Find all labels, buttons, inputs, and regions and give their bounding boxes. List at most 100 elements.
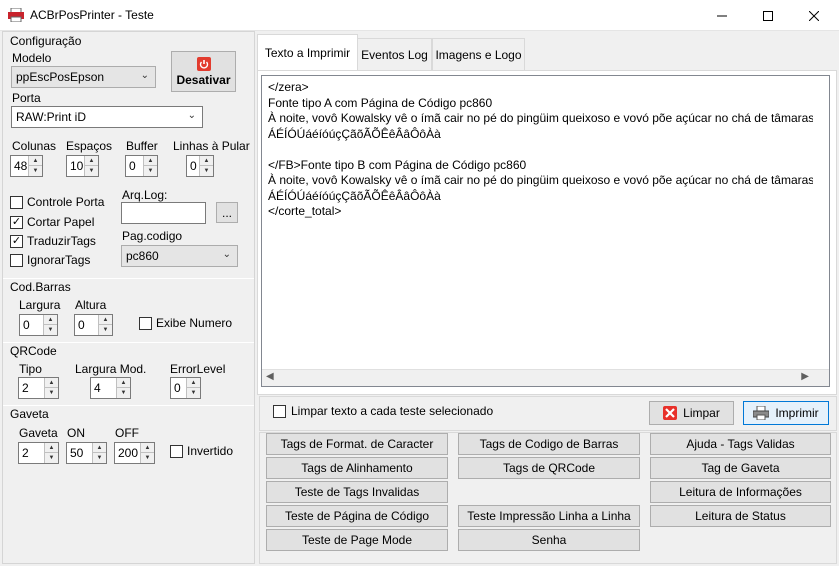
tab-imagens-logo[interactable]: Imagens e Logo <box>432 38 525 70</box>
maximize-button[interactable] <box>745 0 791 31</box>
teste-impressao-linha-button[interactable]: Teste Impressão Linha a Linha <box>458 505 640 527</box>
spin-updown[interactable]: ▲ ▼ <box>199 156 213 176</box>
leitura-informacoes-button[interactable]: Leitura de Informações <box>650 481 831 503</box>
tag-gaveta-button[interactable]: Tag de Gaveta <box>650 457 831 479</box>
arqlog-browse-button[interactable]: ... <box>216 202 238 223</box>
down-arrow-icon[interactable]: ▼ <box>187 388 200 398</box>
check-icon[interactable]: ✓ <box>10 215 23 229</box>
checkbox-box[interactable] <box>139 316 152 330</box>
gaveta-spinner[interactable]: 2 ▲ ▼ <box>18 442 59 464</box>
down-arrow-icon[interactable]: ▼ <box>85 166 98 176</box>
controle-porta-checkbox[interactable]: Controle Porta <box>10 195 104 209</box>
minimize-button[interactable] <box>699 0 745 31</box>
up-arrow-icon[interactable]: ▲ <box>141 443 154 453</box>
cortar-papel-checkbox[interactable]: ✓ Cortar Papel <box>10 215 94 229</box>
spin-updown[interactable]: ▲ ▼ <box>186 378 200 398</box>
down-arrow-icon[interactable]: ▼ <box>45 453 58 463</box>
tags-format-caracter-button[interactable]: Tags de Format. de Caracter <box>266 433 448 455</box>
down-arrow-icon[interactable]: ▼ <box>45 388 58 398</box>
down-arrow-icon[interactable]: ▼ <box>144 166 157 176</box>
tags-alinhamento-button[interactable]: Tags de Alinhamento <box>266 457 448 479</box>
exibe-numero-checkbox[interactable]: Exibe Numero <box>139 316 232 330</box>
text-to-print-memo[interactable]: </zera> Fonte tipo A com Página de Código… <box>261 75 830 387</box>
teste-page-mode-button[interactable]: Teste de Page Mode <box>266 529 448 551</box>
teste-pagina-codigo-button[interactable]: Teste de Página de Código <box>266 505 448 527</box>
desativar-label: Desativar <box>176 72 231 87</box>
checkbox-box[interactable] <box>170 444 183 458</box>
check-icon[interactable]: ✓ <box>10 234 23 248</box>
tags-codigo-barras-button[interactable]: Tags de Codigo de Barras <box>458 433 640 455</box>
down-arrow-icon[interactable]: ▼ <box>44 325 57 335</box>
invertido-label: Invertido <box>187 444 234 458</box>
ignorar-tags-checkbox[interactable]: IgnorarTags <box>10 253 90 267</box>
up-arrow-icon[interactable]: ▲ <box>200 156 213 166</box>
up-arrow-icon[interactable]: ▲ <box>117 378 130 388</box>
spin-updown[interactable]: ▲ ▼ <box>44 443 58 463</box>
scroll-right-icon[interactable]: ▶ <box>801 371 809 382</box>
limpar-button[interactable]: Limpar <box>649 401 734 425</box>
senha-button[interactable]: Senha <box>458 529 640 551</box>
colunas-label: Colunas <box>12 139 57 153</box>
limpar-texto-checkbox[interactable]: Limpar texto a cada teste selecionado <box>273 404 493 418</box>
checkbox-box[interactable] <box>273 404 286 418</box>
pagcodigo-select[interactable]: pc860 ⌄ <box>121 245 238 267</box>
spin-updown[interactable]: ▲ ▼ <box>43 315 57 335</box>
teste-tags-invalidas-button[interactable]: Teste de Tags Invalidas <box>266 481 448 503</box>
up-arrow-icon[interactable]: ▲ <box>99 315 112 325</box>
scroll-left-icon[interactable]: ◀ <box>266 371 274 382</box>
colunas-spinner[interactable]: 48 ▲ ▼ <box>10 155 43 177</box>
traduzir-tags-checkbox[interactable]: ✓ TraduzirTags <box>10 234 96 248</box>
down-arrow-icon[interactable]: ▼ <box>99 325 112 335</box>
up-arrow-icon[interactable]: ▲ <box>45 443 58 453</box>
down-arrow-icon[interactable]: ▼ <box>141 453 154 463</box>
qr-error-level-spinner[interactable]: 0 ▲ ▼ <box>170 377 201 399</box>
cb-largura-spinner[interactable]: 0 ▲ ▼ <box>19 314 58 336</box>
qr-tipo-label: Tipo <box>19 362 42 376</box>
up-arrow-icon[interactable]: ▲ <box>45 378 58 388</box>
up-arrow-icon[interactable]: ▲ <box>29 156 42 166</box>
espacos-spinner[interactable]: 10 ▲ ▼ <box>66 155 99 177</box>
tab-texto-imprimir[interactable]: Texto a Imprimir <box>257 34 358 71</box>
checkbox-box[interactable] <box>10 195 23 209</box>
down-arrow-icon[interactable]: ▼ <box>29 166 42 176</box>
porta-select[interactable]: RAW:Print iD ⌄ <box>11 106 203 128</box>
memo-text: </zera> Fonte tipo A com Página de Código… <box>268 80 813 220</box>
close-button[interactable] <box>791 0 837 31</box>
up-arrow-icon[interactable]: ▲ <box>85 156 98 166</box>
leitura-status-button[interactable]: Leitura de Status <box>650 505 831 527</box>
linhas-spinner[interactable]: 0 ▲ ▼ <box>186 155 214 177</box>
checkbox-box[interactable] <box>10 253 23 267</box>
buffer-spinner[interactable]: 0 ▲ ▼ <box>125 155 158 177</box>
qr-largura-mod-spinner[interactable]: 4 ▲ ▼ <box>90 377 131 399</box>
modelo-select[interactable]: ppEscPosEpson ⌄ <box>11 66 156 88</box>
down-arrow-icon[interactable]: ▼ <box>117 388 130 398</box>
up-arrow-icon[interactable]: ▲ <box>44 315 57 325</box>
gaveta-off-label: OFF <box>115 426 139 440</box>
spin-updown[interactable]: ▲ ▼ <box>140 443 154 463</box>
gaveta-on-spinner[interactable]: 50 ▲ ▼ <box>66 442 107 464</box>
spin-updown[interactable]: ▲ ▼ <box>116 378 130 398</box>
spin-updown[interactable]: ▲ ▼ <box>143 156 157 176</box>
up-arrow-icon[interactable]: ▲ <box>144 156 157 166</box>
spin-updown[interactable]: ▲ ▼ <box>98 315 112 335</box>
ajuda-tags-validas-button[interactable]: Ajuda - Tags Validas <box>650 433 831 455</box>
spin-updown[interactable]: ▲ ▼ <box>28 156 42 176</box>
gaveta-off-spinner[interactable]: 200 ▲ ▼ <box>114 442 155 464</box>
cb-altura-spinner[interactable]: 0 ▲ ▼ <box>74 314 113 336</box>
tags-qrcode-button[interactable]: Tags de QRCode <box>458 457 640 479</box>
qr-tipo-spinner[interactable]: 2 ▲ ▼ <box>18 377 59 399</box>
spin-updown[interactable]: ▲ ▼ <box>92 443 106 463</box>
up-arrow-icon[interactable]: ▲ <box>93 443 106 453</box>
spin-updown[interactable]: ▲ ▼ <box>84 156 98 176</box>
spin-updown[interactable]: ▲ ▼ <box>44 378 58 398</box>
horizontal-scrollbar[interactable]: ◀ ▶ <box>262 369 829 386</box>
invertido-checkbox[interactable]: Invertido <box>170 444 233 458</box>
porta-value: RAW:Print iD <box>16 110 87 124</box>
up-arrow-icon[interactable]: ▲ <box>187 378 200 388</box>
desativar-button[interactable]: Desativar <box>171 51 236 92</box>
down-arrow-icon[interactable]: ▼ <box>200 166 213 176</box>
tab-eventos-log[interactable]: Eventos Log <box>357 38 432 70</box>
imprimir-button[interactable]: Imprimir <box>743 401 829 425</box>
arqlog-input[interactable] <box>121 202 206 224</box>
down-arrow-icon[interactable]: ▼ <box>93 453 106 463</box>
